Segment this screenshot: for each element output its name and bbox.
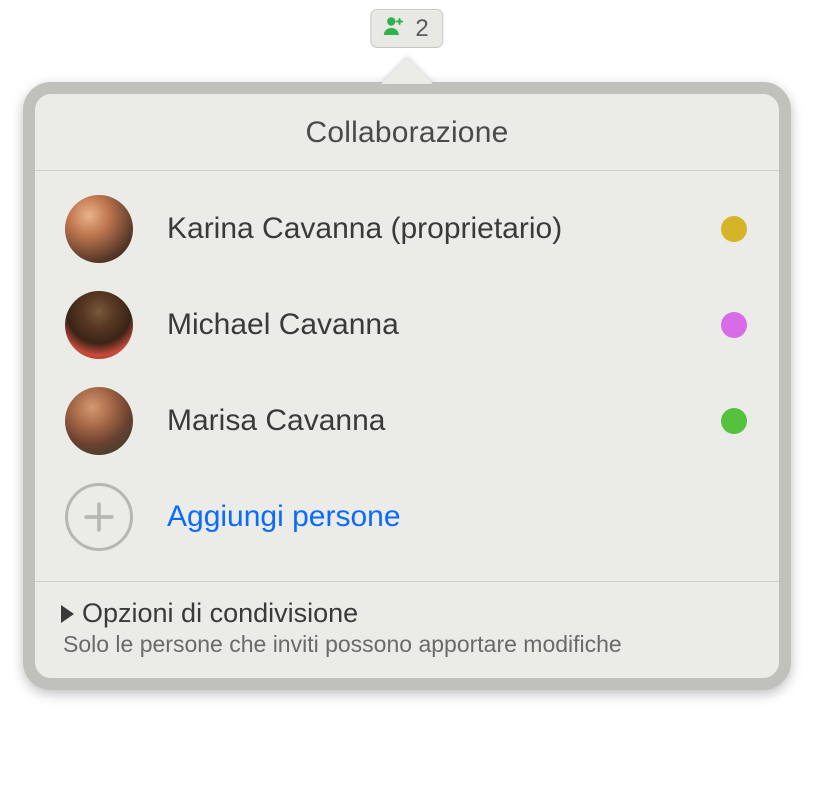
presence-color-dot	[721, 216, 747, 242]
participant-name: Michael Cavanna	[167, 308, 687, 342]
participants-list: Karina Cavanna (proprietario) Michael Ca…	[35, 171, 779, 581]
sharing-options-section[interactable]: Opzioni di condivisione Solo le persone …	[35, 581, 779, 678]
participant-name: Marisa Cavanna	[167, 404, 687, 438]
participant-row[interactable]: Marisa Cavanna	[35, 373, 779, 469]
popover-header: Collaborazione	[35, 94, 779, 171]
avatar	[65, 387, 133, 455]
participant-row[interactable]: Karina Cavanna (proprietario)	[35, 181, 779, 277]
collaboration-popover: Collaborazione Karina Cavanna (proprieta…	[23, 58, 791, 690]
presence-color-dot	[721, 312, 747, 338]
disclosure-triangle-icon	[61, 605, 74, 623]
presence-color-dot	[721, 408, 747, 434]
collaborator-count: 2	[415, 15, 428, 43]
add-people-button[interactable]: Aggiungi persone	[35, 469, 779, 573]
popover-arrow	[381, 58, 433, 84]
collaboration-toolbar-button[interactable]: 2	[370, 9, 443, 48]
add-people-label: Aggiungi persone	[167, 500, 401, 534]
plus-circle-icon	[65, 483, 133, 551]
popover-title: Collaborazione	[35, 116, 779, 150]
sharing-options-title: Opzioni di condivisione	[82, 598, 358, 629]
avatar	[65, 195, 133, 263]
avatar	[65, 291, 133, 359]
participant-row[interactable]: Michael Cavanna	[35, 277, 779, 373]
sharing-options-subtitle: Solo le persone che inviti possono appor…	[63, 631, 753, 658]
participant-name: Karina Cavanna (proprietario)	[167, 212, 687, 246]
person-add-icon	[381, 14, 405, 43]
